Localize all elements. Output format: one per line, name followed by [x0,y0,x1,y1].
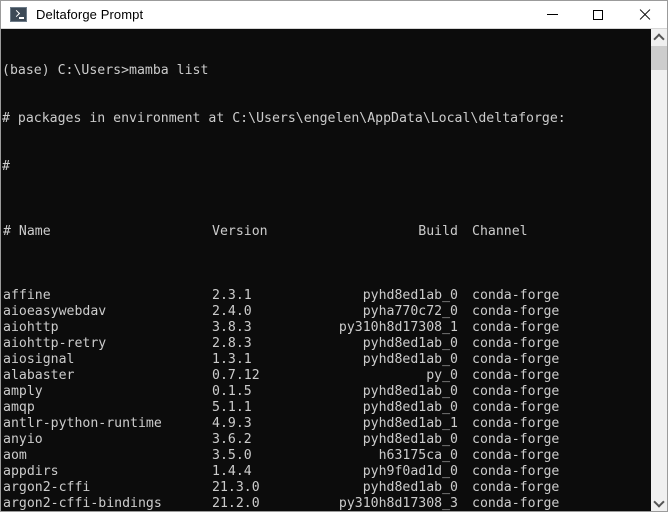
package-channel: conda-forge [472,319,560,335]
package-build: pyhd8ed1ab_0 [362,351,458,367]
minimize-button[interactable] [529,1,575,28]
package-channel: conda-forge [472,400,560,416]
package-list: affine 2.3.1 pyhd8ed1ab_0 conda-forge aioeas… [2,288,650,511]
package-channel: conda-forge [472,303,560,319]
header-name: # Name [3,223,51,239]
package-version: 0.1.5 [212,384,252,400]
package-name: aioeasywebdav [3,303,107,319]
package-name: amply [3,384,43,400]
scrollbar-track[interactable] [651,46,667,494]
table-row: aioeasywebdav 2.4.0 pyha770c72_0 conda-forg… [2,304,650,320]
package-name: anyio [3,432,43,448]
package-build: py_0 [426,367,458,383]
package-build: pyhd8ed1ab_0 [362,400,458,416]
package-channel: conda-forge [472,432,560,448]
package-version: 4.9.3 [212,416,252,432]
package-version: 1.4.4 [212,464,252,480]
package-channel: conda-forge [472,480,560,496]
header-build: Build [418,223,458,239]
scroll-down-arrow[interactable] [651,494,667,511]
header-channel: Channel [472,223,528,239]
comment-line-blank: # [2,159,10,175]
package-version: 2.4.0 [212,303,252,319]
package-build: py310h8d17308_3 [338,496,458,511]
table-header-row: # Name Version Build Channel [2,224,650,240]
console-area: (base) C:\Users>mamba list # packages in… [1,29,667,511]
package-channel: conda-forge [472,464,560,480]
console-icon [10,7,27,22]
package-build: h63175ca_0 [378,448,458,464]
package-name: aiohttp [3,319,59,335]
package-name: aiohttp-retry [3,335,107,351]
table-row: aiosignal 1.3.1 pyhd8ed1ab_0 conda-forge [2,352,650,368]
table-row: amply 0.1.5 pyhd8ed1ab_0 conda-forge [2,384,650,400]
terminal-window: Deltaforge Prompt (base) C:\Users>mamba … [0,0,668,512]
package-name: aom [3,448,27,464]
comment-line-environment: # packages in environment at C:\Users\en… [2,111,566,127]
package-channel: conda-forge [472,496,560,511]
package-build: pyhd8ed1ab_0 [362,384,458,400]
package-build: pyhd8ed1ab_0 [362,480,458,496]
package-version: 3.5.0 [212,448,252,464]
package-build: pyhd8ed1ab_0 [362,432,458,448]
package-name: appdirs [3,464,59,480]
package-channel: conda-forge [472,287,560,303]
window-title: Deltaforge Prompt [36,7,144,22]
package-build: pyhd8ed1ab_0 [362,335,458,351]
window-controls [529,1,667,28]
package-version: 3.6.2 [212,432,252,448]
maximize-button[interactable] [575,1,621,28]
table-row: aom 3.5.0 h63175ca_0 conda-forge [2,448,650,464]
package-name: antlr-python-runtime [3,416,162,432]
package-build: pyh9f0ad1d_0 [362,464,458,480]
package-name: aiosignal [3,351,75,367]
package-version: 3.8.3 [212,319,252,335]
table-row: argon2-cffi 21.3.0 pyhd8ed1ab_0 conda-forge [2,480,650,496]
minimize-icon [546,14,558,15]
table-row: alabaster 0.7.12 py_0 conda-forge [2,368,650,384]
package-channel: conda-forge [472,416,560,432]
package-channel: conda-forge [472,448,560,464]
package-channel: conda-forge [472,384,560,400]
scroll-up-arrow[interactable] [651,29,667,46]
package-version: 2.8.3 [212,335,252,351]
package-channel: conda-forge [472,367,560,383]
close-button[interactable] [621,1,667,28]
package-name: amqp [3,400,35,416]
title-bar[interactable]: Deltaforge Prompt [1,0,667,29]
package-version: 1.3.1 [212,351,252,367]
table-row: anyio 3.6.2 pyhd8ed1ab_0 conda-forge [2,432,650,448]
scroll-thumb[interactable] [651,46,667,70]
vertical-scrollbar[interactable] [650,29,667,511]
package-build: pyha770c72_0 [362,303,458,319]
prompt-line: (base) C:\Users>mamba list [2,63,209,79]
package-name: affine [3,287,51,303]
table-row: aiohttp-retry 2.8.3 pyhd8ed1ab_0 conda-forg… [2,336,650,352]
table-row: amqp 5.1.1 pyhd8ed1ab_0 conda-forge [2,400,650,416]
table-row: appdirs 1.4.4 pyh9f0ad1d_0 conda-forge [2,464,650,480]
package-name: argon2-cffi [3,480,91,496]
table-row: aiohttp 3.8.3 py310h8d17308_1 conda-forge [2,320,650,336]
table-row: antlr-python-runtime 4.9.3 pyhd8ed1ab_1 con… [2,416,650,432]
package-channel: conda-forge [472,335,560,351]
maximize-icon [593,9,603,20]
terminal-output[interactable]: (base) C:\Users>mamba list # packages in… [1,29,650,511]
package-name: alabaster [3,367,75,383]
table-row: affine 2.3.1 pyhd8ed1ab_0 conda-forge [2,288,650,304]
package-channel: conda-forge [472,351,560,367]
close-icon [638,9,650,21]
package-version: 5.1.1 [212,400,252,416]
package-name: argon2-cffi-bindings [3,496,162,511]
package-build: py310h8d17308_1 [338,319,458,335]
table-row: argon2-cffi-bindings 21.2.0 py310h8d17308_… [2,496,650,511]
package-version: 2.3.1 [212,287,252,303]
package-build: pyhd8ed1ab_1 [362,416,458,432]
package-build: pyhd8ed1ab_0 [362,287,458,303]
